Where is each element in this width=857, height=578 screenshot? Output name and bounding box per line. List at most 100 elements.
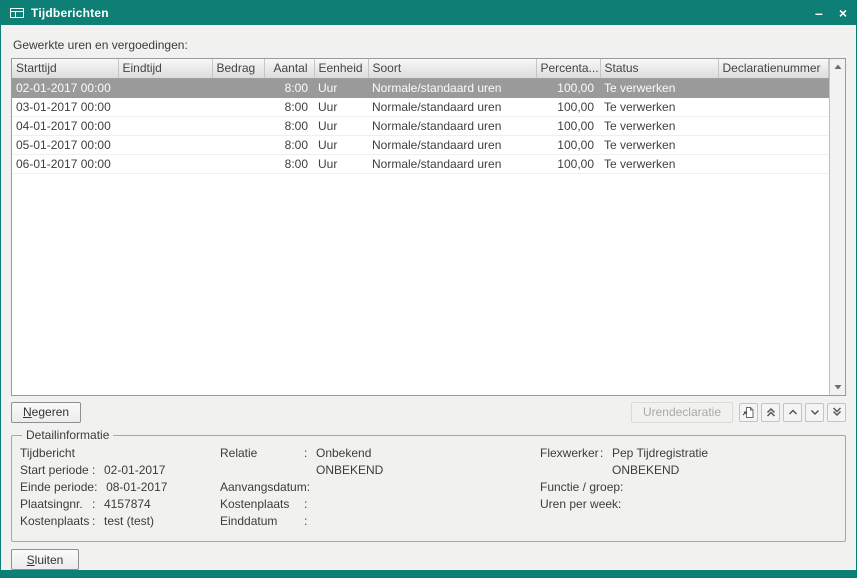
table-cell: Normale/standaard uren <box>368 116 536 135</box>
details-column: Relatie:OnbekendONBEKENDAanvangsdatum:Ko… <box>220 445 540 530</box>
detail-label <box>540 462 600 479</box>
detail-field: Plaatsingnr.:4157874 <box>20 496 220 513</box>
detail-colon: : <box>618 496 628 513</box>
details-column: TijdberichtStart periode:02-01-2017Einde… <box>20 445 220 530</box>
detail-field: Aanvangsdatum: <box>220 479 540 496</box>
detail-colon: : <box>92 496 102 513</box>
table-cell: Uur <box>314 116 368 135</box>
sluiten-button[interactable]: Sluiten <box>11 549 79 570</box>
negeren-button[interactable]: Negeren <box>11 402 81 423</box>
detail-colon <box>92 445 102 462</box>
detail-colon: : <box>620 479 630 496</box>
bottom-accent-strip <box>1 570 856 577</box>
detail-colon <box>600 462 610 479</box>
scroll-down-button[interactable] <box>830 379 845 395</box>
detail-panel: Detailinformatie TijdberichtStart period… <box>11 428 846 542</box>
detail-value: 08-01-2017 <box>104 479 167 496</box>
table-row[interactable]: 02-01-2017 00:008:00UurNormale/standaard… <box>12 78 829 97</box>
scroll-up-button[interactable] <box>830 59 845 75</box>
table-cell: 100,00 <box>536 135 600 154</box>
previous-record-icon <box>787 406 799 418</box>
column-header[interactable]: Percenta... <box>536 59 600 78</box>
table-cell <box>212 116 264 135</box>
detail-field: Uren per week: <box>540 496 837 513</box>
detail-field: Relatie:Onbekend <box>220 445 540 462</box>
table-cell: Normale/standaard uren <box>368 154 536 173</box>
detail-colon: : <box>94 479 104 496</box>
window-controls: – × <box>815 6 847 20</box>
toolbar-right-group: Urendeclaratie <box>631 402 846 423</box>
tijdberichten-window: Tijdberichten – × Gewerkte uren en vergo… <box>0 0 857 578</box>
scrollbar-track[interactable] <box>830 75 845 379</box>
detail-label: Relatie <box>220 445 304 462</box>
detail-label: Uren per week <box>540 496 618 513</box>
document-new-icon <box>742 406 755 419</box>
detail-label: Einddatum <box>220 513 304 530</box>
spreadsheet-icon <box>10 7 24 19</box>
column-header[interactable]: Bedrag <box>212 59 264 78</box>
minimize-button[interactable]: – <box>815 6 823 20</box>
column-header[interactable]: Starttijd <box>12 59 118 78</box>
detail-value <box>314 513 316 530</box>
detail-value: test (test) <box>102 513 154 530</box>
table-cell: Normale/standaard uren <box>368 78 536 97</box>
title-bar: Tijdberichten – × <box>1 1 856 25</box>
detail-value <box>630 479 632 496</box>
table-row[interactable]: 04-01-2017 00:008:00UurNormale/standaard… <box>12 116 829 135</box>
vertical-scrollbar[interactable] <box>829 59 845 395</box>
last-record-button[interactable] <box>827 403 846 422</box>
column-header[interactable]: Eenheid <box>314 59 368 78</box>
table-cell: Normale/standaard uren <box>368 97 536 116</box>
column-header[interactable]: Soort <box>368 59 536 78</box>
column-header[interactable]: Declaratienummer <box>718 59 829 78</box>
table-cell: Te verwerken <box>600 135 718 154</box>
detail-value <box>102 445 104 462</box>
detail-field: Kostenplaats: <box>220 496 540 513</box>
table-cell: Normale/standaard uren <box>368 135 536 154</box>
table-cell <box>118 116 212 135</box>
detail-colon: : <box>92 513 102 530</box>
detail-value <box>317 479 319 496</box>
detail-field: Tijdbericht <box>20 445 220 462</box>
detail-value: ONBEKEND <box>610 462 679 479</box>
table-cell <box>718 97 829 116</box>
scroll-up-icon <box>833 62 843 72</box>
detail-field: Flexwerker:Pep Tijdregistratie <box>540 445 837 462</box>
table-row[interactable]: 05-01-2017 00:008:00UurNormale/standaard… <box>12 135 829 154</box>
detail-field: Einddatum: <box>220 513 540 530</box>
table-cell <box>118 154 212 173</box>
table-cell: Uur <box>314 154 368 173</box>
table-row[interactable]: 03-01-2017 00:008:00UurNormale/standaard… <box>12 97 829 116</box>
table-cell: 03-01-2017 00:00 <box>12 97 118 116</box>
table-cell: 100,00 <box>536 78 600 97</box>
detail-field: ONBEKEND <box>220 462 540 479</box>
column-header[interactable]: Aantal <box>264 59 314 78</box>
next-record-button[interactable] <box>805 403 824 422</box>
list-toolbar: Negeren Urendeclaratie <box>11 401 846 423</box>
table-cell: 8:00 <box>264 116 314 135</box>
detail-field: Kostenplaats:test (test) <box>20 513 220 530</box>
detail-label: Einde periode <box>20 479 94 496</box>
detail-label: Kostenplaats <box>20 513 92 530</box>
table-row[interactable]: 06-01-2017 00:00 8:00UurNormale/standaard… <box>12 154 829 173</box>
detail-value: Pep Tijdregistratie <box>610 445 708 462</box>
detail-label: Kostenplaats <box>220 496 304 513</box>
table-header-row: StarttijdEindtijdBedragAantalEenheidSoor… <box>12 59 829 78</box>
column-header[interactable]: Status <box>600 59 718 78</box>
column-header[interactable]: Eindtijd <box>118 59 212 78</box>
table-cell <box>718 116 829 135</box>
list-caption: Gewerkte uren en vergoedingen: <box>13 38 844 53</box>
first-record-button[interactable] <box>761 403 780 422</box>
last-record-icon <box>831 406 843 418</box>
detail-value: 4157874 <box>102 496 151 513</box>
table-cell: Uur <box>314 97 368 116</box>
table-cell <box>212 97 264 116</box>
detail-label: Functie / groep <box>540 479 620 496</box>
close-button[interactable]: × <box>839 6 847 20</box>
first-record-icon <box>765 406 777 418</box>
table-cell: 05-01-2017 00:00 <box>12 135 118 154</box>
new-declaration-button[interactable] <box>739 403 758 422</box>
previous-record-button[interactable] <box>783 403 802 422</box>
table-cell: 8:00 <box>264 154 314 173</box>
table-cell: 06-01-2017 00:00 <box>12 154 118 173</box>
